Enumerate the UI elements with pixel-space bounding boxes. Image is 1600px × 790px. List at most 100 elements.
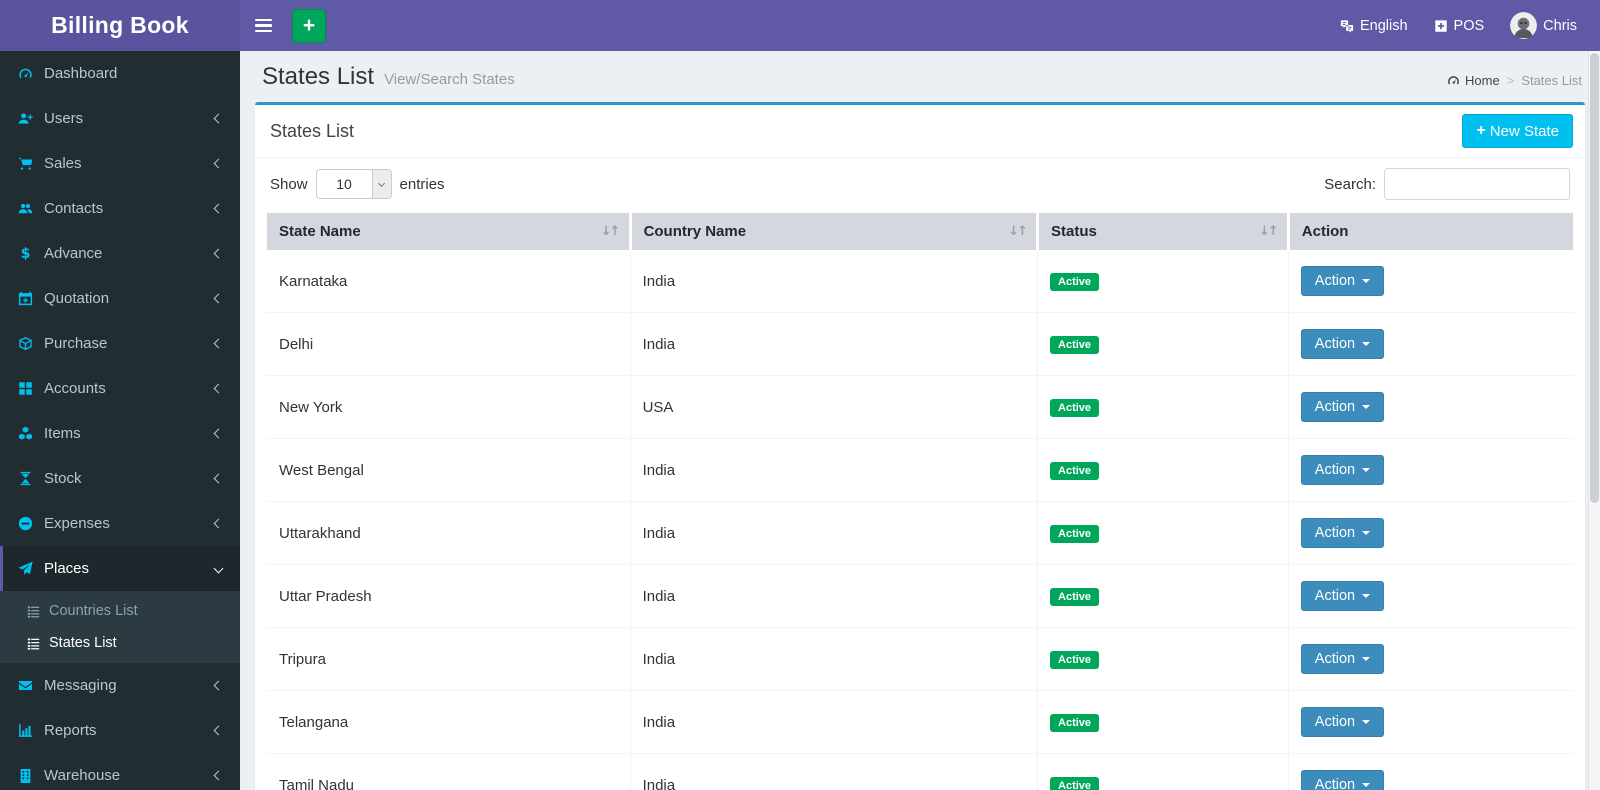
search-label: Search: [1324,175,1376,193]
quick-add-button[interactable]: + [292,8,326,43]
action-dropdown-button[interactable]: Action [1300,266,1385,296]
caret-down-icon [1362,783,1371,787]
sidebar-item-label: Reports [44,722,97,739]
sidebar-subitem-label: States List [49,635,117,651]
main-content: States List View/Search States Home > Sta… [240,0,1600,790]
sidebar-item-accounts[interactable]: Accounts [0,366,240,411]
sidebar-item-advance[interactable]: $ Advance [0,231,240,276]
action-dropdown-button[interactable]: Action [1300,392,1385,422]
user-menu[interactable]: Chris [1497,0,1590,51]
action-button-label: Action [1314,588,1356,604]
sidebar-item-label: Items [44,425,81,442]
svg-text:$: $ [21,246,31,261]
sidebar-item-label: Purchase [44,335,108,352]
sidebar-item-label: Sales [44,155,82,172]
user-plus-icon [18,111,44,126]
sidebar-item-places[interactable]: Places [0,546,240,591]
entries-label: entries [399,175,445,193]
topbar: Billing Book + English POS Chris [0,0,1600,51]
sidebar-item-contacts[interactable]: Contacts [0,186,240,231]
action-button-label: Action [1314,651,1356,667]
list-icon [27,605,49,618]
show-label: Show [270,175,308,193]
new-state-button[interactable]: + New State [1462,114,1573,148]
country-name-cell: India [630,501,1039,565]
table-row-uttar-pradesh: Uttar Pradesh India Active Action [267,564,1573,628]
pos-link[interactable]: POS [1421,0,1498,51]
sidebar-item-warehouse[interactable]: Warehouse [0,753,240,790]
country-name-cell: India [630,690,1039,754]
users-icon [18,201,44,216]
page-subtitle: View/Search States [384,71,515,88]
status-badge: Active [1050,587,1100,606]
scrollbar-thumb[interactable] [1590,53,1599,503]
sidebar-item-sales[interactable]: Sales [0,141,240,186]
action-cell: Action [1288,501,1573,565]
caret-down-icon [1362,468,1371,472]
sidebar-item-expenses[interactable]: Expenses [0,501,240,546]
column-header-state-name[interactable]: State Name ↓↑ [267,213,632,250]
status-badge: Active [1050,524,1100,543]
sidebar-item-dashboard[interactable]: Dashboard [0,51,240,96]
user-avatar [1510,12,1538,39]
sidebar-item-label: Contacts [44,200,104,217]
action-dropdown-button[interactable]: Action [1300,455,1385,485]
language-label: English [1359,17,1408,34]
hamburger-icon [254,18,272,22]
sort-icon[interactable]: ↓↑ [1008,224,1028,239]
sidebar-item-purchase[interactable]: Purchase [0,321,240,366]
country-name-cell: India [630,250,1039,313]
caret-down-icon [1362,531,1371,535]
search-input[interactable] [1384,168,1570,200]
table-row-delhi: Delhi India Active Action [267,312,1573,376]
caret-down-icon [1362,405,1371,409]
minus-circle-icon [18,516,44,531]
action-dropdown-button[interactable]: Action [1300,518,1385,548]
column-header-status[interactable]: Status ↓↑ [1037,213,1290,250]
status-cell: Active [1037,312,1289,376]
sidebar-item-users[interactable]: Users [0,96,240,141]
status-cell: Active [1037,375,1289,439]
entries-select[interactable]: 10 [315,169,392,199]
action-cell: Action [1288,375,1573,439]
breadcrumb-home[interactable]: Home [1447,73,1500,88]
envelope-icon [18,678,44,693]
vertical-scrollbar[interactable] [1588,51,1600,790]
status-badge: Active [1050,398,1100,417]
action-cell: Action [1288,753,1573,790]
states-list-card: States List + New State Show 10 entries … [255,102,1585,790]
action-dropdown-button[interactable]: Action [1300,581,1385,611]
sidebar-subitem-countries-list[interactable]: Countries List [0,595,240,627]
action-cell: Action [1288,690,1573,754]
action-button-label: Action [1314,273,1356,289]
action-dropdown-button[interactable]: Action [1300,707,1385,737]
action-dropdown-button[interactable]: Action [1300,329,1385,359]
language-menu[interactable]: English [1327,0,1421,51]
action-dropdown-button[interactable]: Action [1300,644,1385,674]
dashboard-icon [1447,74,1460,87]
select-arrow-icon [371,170,391,198]
sidebar-item-reports[interactable]: Reports [0,708,240,753]
sort-icon[interactable]: ↓↑ [1259,224,1279,239]
breadcrumb: Home > States List [1447,73,1582,88]
state-name-cell: New York [267,375,631,439]
sidebar-subitem-states-list[interactable]: States List [0,627,240,659]
column-header-country-name[interactable]: Country Name ↓↑ [630,213,1040,250]
action-button-label: Action [1314,777,1356,790]
status-badge: Active [1050,650,1100,669]
sidebar-item-items[interactable]: Items [0,411,240,456]
plus-square-icon [1434,19,1448,33]
brand-logo[interactable]: Billing Book [0,0,240,51]
sidebar-item-messaging[interactable]: Messaging [0,663,240,708]
action-dropdown-button[interactable]: Action [1300,770,1385,790]
building-icon [18,768,44,783]
paper-plane-icon [18,561,44,576]
status-cell: Active [1037,250,1289,313]
sidebar-item-quotation[interactable]: Quotation [0,276,240,321]
sort-icon[interactable]: ↓↑ [601,224,621,239]
country-name-cell: India [630,564,1039,628]
username-label: Chris [1543,17,1577,34]
sidebar-item-stock[interactable]: Stock [0,456,240,501]
status-cell: Active [1037,753,1289,790]
sidebar-toggle-button[interactable] [240,0,286,51]
